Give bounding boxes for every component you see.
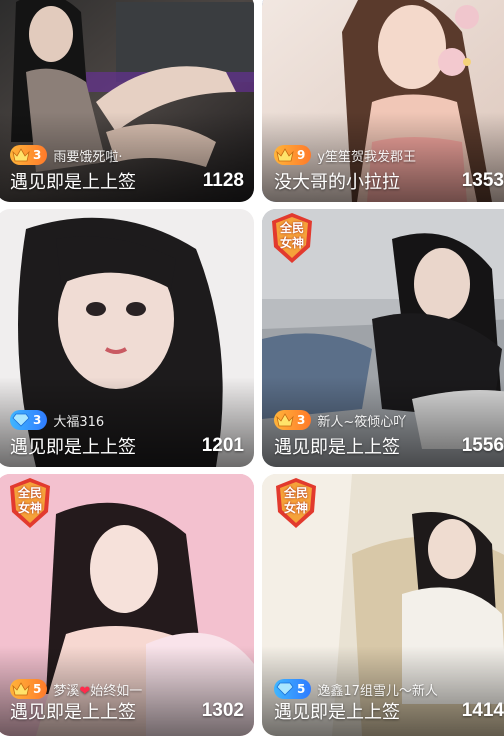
national-goddess-badge: 全民 女神 xyxy=(264,211,320,267)
streamer-nickname: y笙笙贺我发郡王 xyxy=(317,149,417,165)
room-footer: 遇见即是上上签 1302 xyxy=(10,698,244,724)
room-title: 遇见即是上上签 xyxy=(274,437,400,458)
level-badge: 9 xyxy=(274,145,312,165)
level-number: 5 xyxy=(297,682,306,696)
live-room-card[interactable]: 全民 女神 5 逸鑫17组雪儿～新人 遇见即是上上签 1414 xyxy=(262,474,504,736)
level-badge: 3 xyxy=(10,410,48,430)
streamer-info: 5 逸鑫17组雪儿～新人 xyxy=(274,678,504,700)
streamer-nickname: 逸鑫17组雪儿～新人 xyxy=(317,683,438,699)
level-number: 3 xyxy=(33,413,42,427)
room-title: 遇见即是上上签 xyxy=(274,702,400,723)
room-title: 遇见即是上上签 xyxy=(10,437,136,458)
level-badge: 5 xyxy=(274,679,312,699)
streamer-nickname: 大福316 xyxy=(53,414,105,430)
crown-icon xyxy=(276,413,294,427)
room-title: 遇见即是上上签 xyxy=(10,172,136,193)
viewer-count: 1128 xyxy=(202,170,244,191)
badge-text-line1: 全民 xyxy=(279,221,304,235)
room-footer: 遇见即是上上签 1556 xyxy=(274,433,504,459)
crown-icon xyxy=(12,148,30,162)
room-title: 没大哥的小拉拉 xyxy=(274,172,400,193)
crown-icon xyxy=(276,148,294,162)
level-badge: 5 xyxy=(10,679,48,699)
level-number: 5 xyxy=(33,682,42,696)
streamer-info: 9 y笙笙贺我发郡王 xyxy=(274,144,504,166)
room-title: 遇见即是上上签 xyxy=(10,702,136,723)
level-badge: 3 xyxy=(10,145,48,165)
level-number: 3 xyxy=(33,148,42,162)
nickname-part: 始终如一 xyxy=(90,683,143,699)
badge-text-line1: 全民 xyxy=(17,486,42,500)
badge-text-line2: 女神 xyxy=(17,501,42,515)
live-room-card[interactable]: 全民 女神 5 梦溪❤始终如一 遇见即是上上签 1302 xyxy=(0,474,254,736)
room-footer: 没大哥的小拉拉 1353 xyxy=(274,168,504,194)
live-room-card[interactable]: 9 y笙笙贺我发郡王 没大哥的小拉拉 1353 xyxy=(262,0,504,202)
room-footer: 遇见即是上上签 1201 xyxy=(10,433,244,459)
crown-icon xyxy=(12,682,30,696)
heart-icon: ❤ xyxy=(79,683,91,699)
viewer-count: 1201 xyxy=(201,435,244,456)
level-number: 3 xyxy=(297,413,306,427)
national-goddess-badge: 全民 女神 xyxy=(268,476,324,532)
badge-text-line2: 女神 xyxy=(279,236,304,250)
streamer-info: 3 雨要饿死啦· xyxy=(10,144,246,166)
streamer-nickname: 雨要饿死啦· xyxy=(53,149,123,165)
level-badge: 3 xyxy=(274,410,312,430)
viewer-count: 1353 xyxy=(461,170,504,191)
national-goddess-badge: 全民 女神 xyxy=(2,476,58,532)
streamer-nickname: 新人~筱倾心吖 xyxy=(317,414,407,430)
streamer-info: 5 梦溪❤始终如一 xyxy=(10,678,246,700)
viewer-count: 1556 xyxy=(461,435,504,456)
badge-text-line1: 全民 xyxy=(283,486,308,500)
room-footer: 遇见即是上上签 1414 xyxy=(274,698,504,724)
room-footer: 遇见即是上上签 1128 xyxy=(10,168,244,194)
nickname-part: 梦溪 xyxy=(53,683,80,699)
level-number: 9 xyxy=(297,148,306,162)
live-room-card[interactable]: 3 雨要饿死啦· 遇见即是上上签 1128 xyxy=(0,0,254,202)
streamer-info: 3 新人~筱倾心吖 xyxy=(274,409,504,431)
viewer-count: 1414 xyxy=(461,700,504,721)
live-room-card[interactable]: 全民 女神 3 新人~筱倾心吖 遇见即是上上签 1556 xyxy=(262,209,504,467)
diamond-icon xyxy=(276,682,294,696)
live-room-card[interactable]: 3 大福316 遇见即是上上签 1201 xyxy=(0,209,254,467)
streamer-nickname: 梦溪❤始终如一 xyxy=(53,680,142,699)
streamer-info: 3 大福316 xyxy=(10,409,246,431)
viewer-count: 1302 xyxy=(201,700,244,721)
badge-text-line2: 女神 xyxy=(283,501,308,515)
diamond-icon xyxy=(12,413,30,427)
